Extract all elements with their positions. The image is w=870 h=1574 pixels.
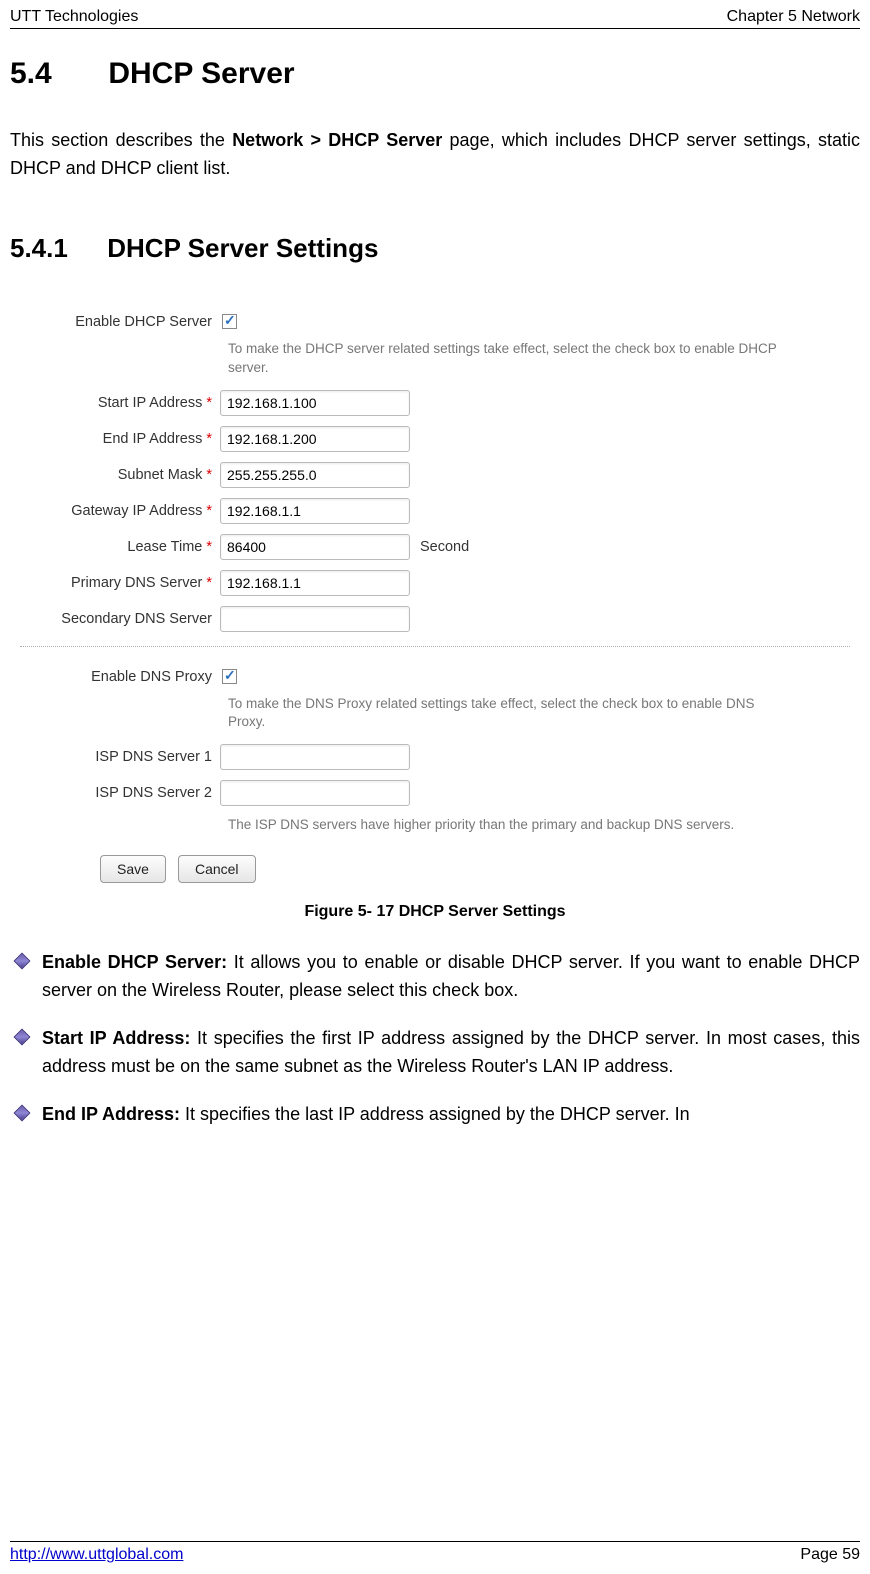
lease-unit: Second <box>420 539 469 555</box>
label-primary-dns: Primary DNS Server* <box>20 575 220 591</box>
footer-rule <box>10 1541 860 1542</box>
button-row: Save Cancel <box>100 855 850 883</box>
row-primary-dns: Primary DNS Server* <box>20 570 850 596</box>
label-lease: Lease Time* <box>20 539 220 555</box>
input-secondary-dns[interactable] <box>220 606 410 632</box>
required-icon: * <box>202 431 212 447</box>
required-icon: * <box>202 395 212 411</box>
label-subnet: Subnet Mask* <box>20 467 220 483</box>
required-icon: * <box>202 539 212 555</box>
label-gateway: Gateway IP Address* <box>20 503 220 519</box>
label-enable-dhcp: Enable DHCP Server <box>20 314 220 330</box>
bullet-text: Enable DHCP Server: It allows you to ena… <box>42 949 860 1005</box>
checkbox-enable-dns-proxy[interactable] <box>222 669 237 684</box>
intro-bold: Network > DHCP Server <box>232 130 442 150</box>
header-left: UTT Technologies <box>10 8 138 26</box>
dhcp-settings-form: Enable DHCP Server To make the DHCP serv… <box>20 314 850 883</box>
input-end-ip[interactable] <box>220 426 410 452</box>
input-isp-dns1[interactable] <box>220 744 410 770</box>
footer: http://www.uttglobal.com Page 59 <box>10 1541 860 1564</box>
input-primary-dns[interactable] <box>220 570 410 596</box>
subsection-number: 5.4.1 <box>10 233 100 264</box>
intro-pre: This section describes the <box>10 130 232 150</box>
section-separator <box>20 646 850 647</box>
row-start-ip: Start IP Address* <box>20 390 850 416</box>
intro-paragraph: This section describes the Network > DHC… <box>10 127 860 183</box>
bullet-text: Start IP Address: It specifies the first… <box>42 1025 860 1081</box>
input-gateway[interactable] <box>220 498 410 524</box>
figure-caption: Figure 5- 17 DHCP Server Settings <box>10 903 860 921</box>
bullet-bold: Enable DHCP Server: <box>42 952 227 972</box>
label-enable-dns-proxy: Enable DNS Proxy <box>20 669 220 685</box>
label-isp-dns1: ISP DNS Server 1 <box>20 749 220 765</box>
bullet-item: End IP Address: It specifies the last IP… <box>16 1101 860 1129</box>
row-subnet: Subnet Mask* <box>20 462 850 488</box>
row-enable-dhcp: Enable DHCP Server <box>20 314 850 330</box>
bullet-text: End IP Address: It specifies the last IP… <box>42 1101 690 1129</box>
top-header: UTT Technologies Chapter 5 Network <box>10 0 860 28</box>
diamond-icon <box>14 1104 31 1121</box>
subsection-title: DHCP Server Settings <box>107 233 378 263</box>
bullet-bold: End IP Address: <box>42 1104 180 1124</box>
help-enable-dns-proxy: To make the DNS Proxy related settings t… <box>228 695 788 733</box>
input-lease[interactable] <box>220 534 410 560</box>
section-number: 5.4 <box>10 57 100 91</box>
save-button[interactable]: Save <box>100 855 166 883</box>
label-isp-dns2: ISP DNS Server 2 <box>20 785 220 801</box>
footer-row: http://www.uttglobal.com Page 59 <box>10 1546 860 1564</box>
row-isp-dns1: ISP DNS Server 1 <box>20 744 850 770</box>
required-icon: * <box>202 503 212 519</box>
cancel-button[interactable]: Cancel <box>178 855 256 883</box>
row-end-ip: End IP Address* <box>20 426 850 452</box>
subsection-heading: 5.4.1 DHCP Server Settings <box>10 233 860 264</box>
section-title: DHCP Server <box>108 57 294 90</box>
footer-link[interactable]: http://www.uttglobal.com <box>10 1546 183 1564</box>
header-right: Chapter 5 Network <box>727 8 860 26</box>
label-start-ip: Start IP Address* <box>20 395 220 411</box>
section-heading: 5.4 DHCP Server <box>10 57 860 91</box>
isp-note: The ISP DNS servers have higher priority… <box>228 816 788 835</box>
diamond-icon <box>14 953 31 970</box>
row-isp-dns2: ISP DNS Server 2 <box>20 780 850 806</box>
bullet-body: It specifies the last IP address assigne… <box>180 1104 690 1124</box>
checkbox-enable-dhcp[interactable] <box>222 314 237 329</box>
header-rule <box>10 28 860 29</box>
row-secondary-dns: Secondary DNS Server <box>20 606 850 632</box>
required-icon: * <box>202 467 212 483</box>
row-enable-dns-proxy: Enable DNS Proxy <box>20 669 850 685</box>
bullet-item: Enable DHCP Server: It allows you to ena… <box>16 949 860 1005</box>
input-start-ip[interactable] <box>220 390 410 416</box>
help-enable-dhcp: To make the DHCP server related settings… <box>228 340 788 378</box>
row-lease: Lease Time* Second <box>20 534 850 560</box>
page-number: Page 59 <box>800 1546 860 1564</box>
label-secondary-dns: Secondary DNS Server <box>20 611 220 627</box>
bullet-list: Enable DHCP Server: It allows you to ena… <box>16 949 860 1128</box>
row-gateway: Gateway IP Address* <box>20 498 850 524</box>
diamond-icon <box>14 1029 31 1046</box>
bullet-bold: Start IP Address: <box>42 1028 190 1048</box>
required-icon: * <box>202 575 212 591</box>
bullet-item: Start IP Address: It specifies the first… <box>16 1025 860 1081</box>
input-subnet[interactable] <box>220 462 410 488</box>
label-end-ip: End IP Address* <box>20 431 220 447</box>
input-isp-dns2[interactable] <box>220 780 410 806</box>
